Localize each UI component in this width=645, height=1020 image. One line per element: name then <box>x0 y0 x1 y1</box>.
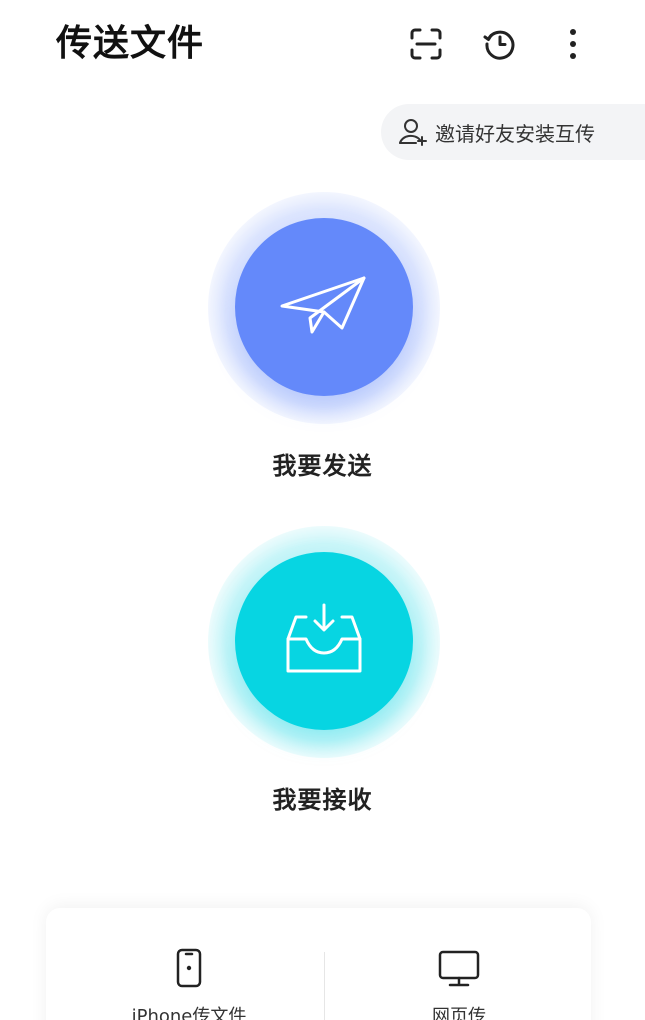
iphone-transfer-label: iPhone传文件 <box>131 1006 247 1020</box>
iphone-transfer-button[interactable]: iPhone传文件 <box>89 946 289 1020</box>
scan-button[interactable] <box>406 24 446 64</box>
header: 传送文件 <box>0 0 645 92</box>
monitor-icon <box>359 946 559 990</box>
history-button[interactable] <box>480 24 520 64</box>
invite-friends-label: 邀请好友安装互传 <box>435 121 595 146</box>
page-title: 传送文件 <box>56 23 205 64</box>
more-vertical-icon <box>568 28 578 60</box>
scan-icon <box>409 27 443 61</box>
user-add-icon <box>397 116 429 148</box>
web-transfer-label: 网页传 <box>432 1006 486 1020</box>
transfer-page: 传送文件 邀请好友安装互传 我要发送 我要接收 iPhone传文件 网页传 <box>0 0 645 1020</box>
web-transfer-button[interactable]: 网页传 <box>359 946 559 1020</box>
invite-friends-button[interactable]: 邀请好友安装互传 <box>381 104 645 160</box>
receive-label: 我要接收 <box>272 786 373 814</box>
history-icon <box>483 27 517 61</box>
paper-plane-icon <box>276 270 372 344</box>
bottom-divider <box>324 952 325 1020</box>
more-button[interactable] <box>553 24 593 64</box>
send-button[interactable] <box>235 218 413 396</box>
inbox-download-icon <box>284 601 364 681</box>
receive-button[interactable] <box>235 552 413 730</box>
iphone-icon <box>89 946 289 990</box>
send-label: 我要发送 <box>272 452 373 480</box>
